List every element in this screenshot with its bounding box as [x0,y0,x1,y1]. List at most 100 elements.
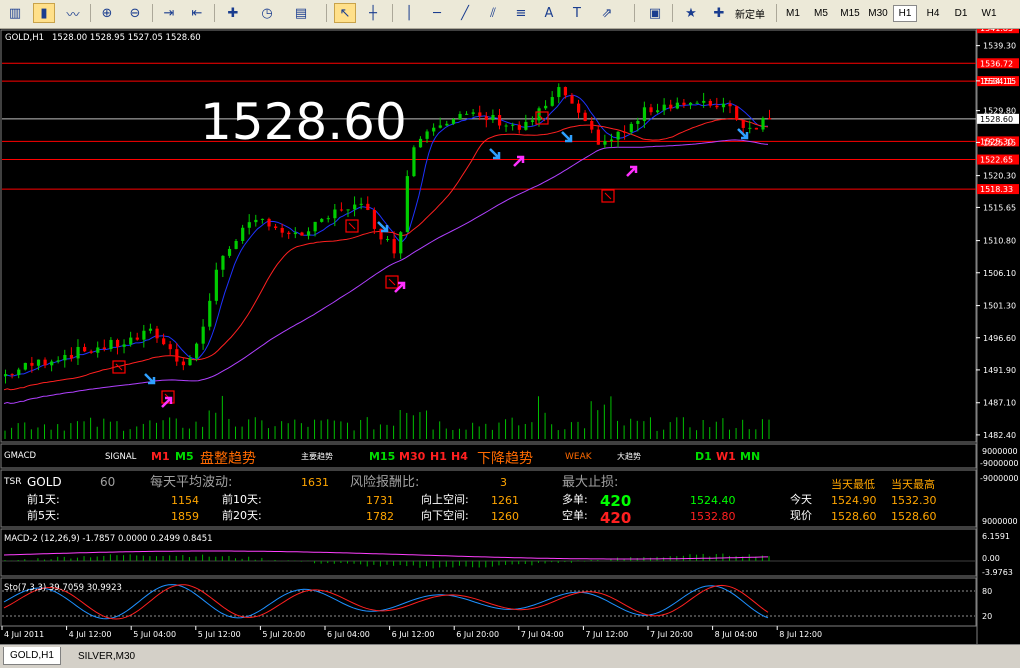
candle-body [741,119,745,128]
candle-body [669,104,673,109]
up-space-label: 向上空间: [421,492,469,506]
macd-title: MACD-2 (12,26,9) -1.7857 0.0000 0.2499 0… [4,534,213,544]
level-label: 1528.60 [980,115,1013,124]
tsr-panel [0,469,977,528]
now-label: 现价 [790,509,812,522]
candlestick-icon[interactable]: ▮ [33,3,55,23]
level-label: 1541.85 [980,29,1013,33]
level-label: 1518.33 [980,185,1013,194]
crosshair-icon[interactable]: ┼ [362,3,384,23]
equidistant-channel-icon[interactable]: ⫽ [482,3,504,23]
tsr-symbol: GOLD [27,475,62,489]
fibonacci-icon[interactable]: ≡ [510,3,532,23]
today-low: 1524.90 [831,494,877,507]
candle-body [708,100,712,106]
text-icon[interactable]: A [538,3,560,23]
arrows-icon[interactable]: ⇗ [596,3,618,23]
candle-body [748,127,752,129]
candle-body [761,118,765,130]
candle-body [603,141,607,145]
zoom-in-icon[interactable]: ⊕ [96,3,118,23]
candle-body [50,361,54,366]
candle-body [333,209,337,219]
time-label: 6 Jul 04:00 [327,630,370,639]
tsr-scale-bottom: 9000000 [982,517,1018,526]
day-high-label: 当天最高 [891,477,935,491]
chart-symbol: GOLD,H1 [5,33,44,43]
sell-arrow [561,131,573,143]
price-label: 1496.60 [983,334,1016,343]
sell-arrow [737,128,749,140]
cursor-icon[interactable]: ↖ [334,3,356,23]
timeframe-m15[interactable]: M15 [837,5,863,22]
chart-shift-icon[interactable]: ⇤ [186,3,208,23]
today-high: 1532.30 [891,494,937,507]
tab-silver-m30[interactable]: SILVER,M30 [72,647,141,665]
bar-chart-icon[interactable]: ▥ [4,3,26,23]
candle-body [484,116,488,121]
timeframe-m30[interactable]: M30 [865,5,891,22]
indicators-icon[interactable]: ✚ [222,3,244,23]
candle-body [326,218,330,220]
candle-body [4,374,8,377]
timeframe-d1[interactable]: D1 [949,5,973,22]
favorites-icon[interactable]: ★ [680,3,702,23]
chart-window[interactable]: 1541.851536.721534.111528.601525.301522.… [0,29,1020,644]
time-label: 5 Jul 12:00 [198,630,241,639]
new-order-icon[interactable]: ✚ [708,3,730,23]
line-chart-icon[interactable]: 〰 [62,3,84,23]
timeframe-h4[interactable]: H4 [921,5,945,22]
vertical-line-icon[interactable]: │ [398,3,420,23]
timeframe-w1[interactable]: W1 [977,5,1001,22]
signal-h1: H1 [430,450,447,463]
candle-body [418,138,423,148]
navigator-icon[interactable]: ▣ [644,3,666,23]
time-label: 6 Jul 20:00 [456,630,499,639]
toolbar: ▥ ▮ 〰 ⊕ ⊖ ⇥ ⇤ ✚ ◷ ▤ ↖ ┼ │ ─ ╱ ⫽ ≡ A T ⇗ … [0,0,1020,29]
macd-scale-bottom: -3.9763 [982,568,1013,577]
periods-icon[interactable]: ◷ [256,3,278,23]
tab-gold-h1[interactable]: GOLD,H1 [3,647,61,665]
candle-body [695,102,699,104]
signal-mn: MN [740,450,760,463]
signal-m1: M1 [151,450,170,463]
timeframe-m1[interactable]: M1 [781,5,805,22]
candle-body [63,354,67,361]
candle-body [175,349,179,362]
label-icon[interactable]: T [566,3,588,23]
prev20-label: 前20天: [222,508,262,522]
long-value: 420 [600,492,631,510]
buy-arrow [626,165,638,177]
timeframe-m5[interactable]: M5 [809,5,833,22]
candle-body [590,120,594,130]
price-label: 1506.10 [983,269,1016,278]
templates-icon[interactable]: ▤ [290,3,312,23]
candle-body [557,87,561,98]
candle-body [135,337,139,340]
prev20-value: 1782 [366,510,394,523]
candle-body [682,102,686,105]
candle-body [208,300,212,327]
down-space-label: 向下空间: [421,508,469,522]
candle-body [458,113,462,120]
timeframe-h1[interactable]: H1 [893,5,917,22]
time-label: 7 Jul 04:00 [521,630,564,639]
time-label: 8 Jul 04:00 [715,630,758,639]
chart-canvas[interactable]: 1541.851536.721534.111528.601525.301522.… [0,29,1020,644]
zoom-out-icon[interactable]: ⊖ [124,3,146,23]
signal-box-mark [388,278,396,286]
candle-body [688,102,693,105]
new-order-button[interactable]: 新定单 [731,5,769,22]
trendline-icon[interactable]: ╱ [454,3,476,23]
candle-body [43,359,47,366]
candle-body [649,107,653,113]
horizontal-line-icon[interactable]: ─ [426,3,448,23]
avg-volatility-label: 每天平均波动: [150,474,232,490]
candle-body [148,328,153,331]
candle-body [83,346,87,352]
candle-body [346,209,350,211]
candle-body [267,218,271,227]
candle-body [280,227,284,233]
candle-body [339,209,344,211]
autoscroll-icon[interactable]: ⇥ [158,3,180,23]
